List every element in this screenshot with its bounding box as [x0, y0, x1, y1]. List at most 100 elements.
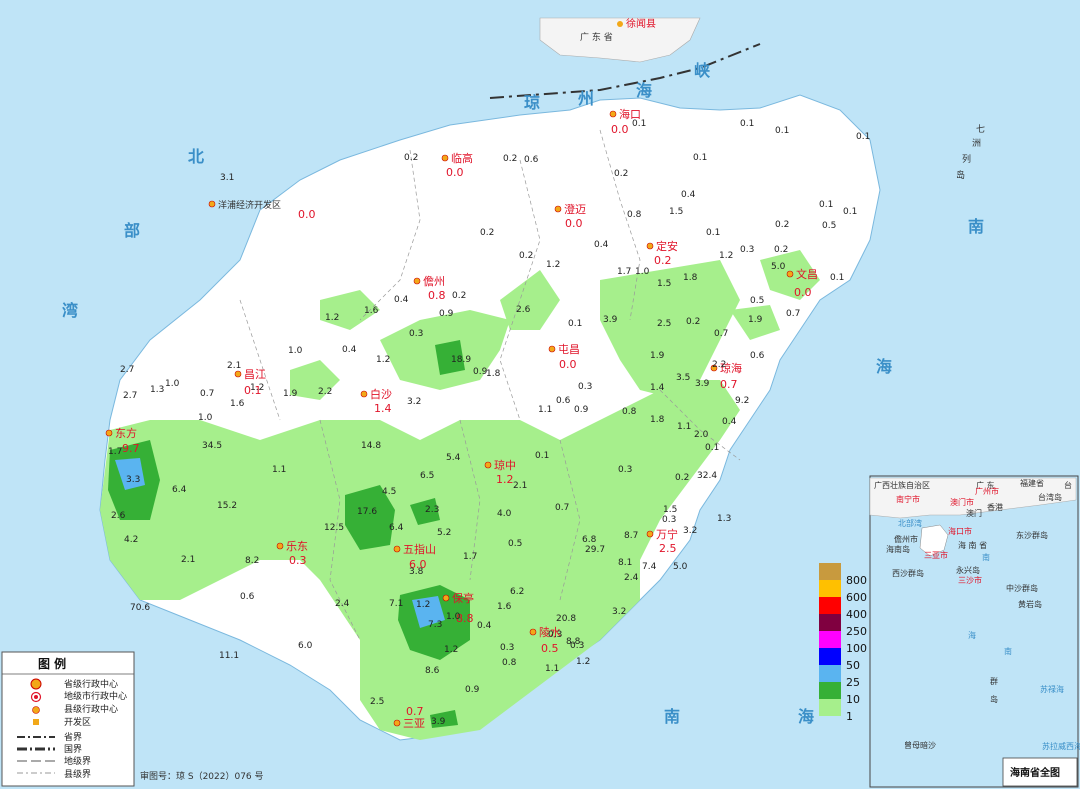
station-value: 0.1: [819, 200, 833, 210]
scale-swatch: [819, 648, 841, 665]
inset-map: 广西壮族自治区广 东福建省 台南宁市广州市香港澳门市澳门海口市北部湾儋州市海南岛三…: [869, 475, 1080, 788]
island-label: 列: [962, 153, 971, 165]
station-value: 0.8: [502, 658, 517, 668]
station-value: 1.0: [446, 612, 461, 622]
station-value: 1.1: [272, 465, 286, 475]
station-value: 0.4: [394, 295, 409, 305]
city-value: 0.2: [654, 254, 672, 267]
mainland-label: 广 东 省: [580, 31, 613, 43]
station-value: 8.1: [618, 558, 632, 568]
city-name: 儋州: [423, 275, 445, 288]
legend-item: 地级界: [64, 755, 91, 767]
station-value: 2.1: [513, 481, 527, 491]
station-value: 15.2: [217, 501, 237, 511]
station-value: 14.8: [361, 441, 381, 451]
inset-label: 儋州市: [894, 534, 918, 544]
station-value: 0.5: [750, 296, 764, 306]
sea-label: 峡: [694, 61, 710, 80]
city-name: 文昌: [796, 267, 818, 281]
inset-label: 南: [1004, 646, 1012, 656]
station-value: 1.5: [669, 207, 683, 217]
inset-label: 东沙群岛: [1016, 530, 1048, 540]
station-value: 0.4: [681, 190, 696, 200]
station-value: 0.2: [675, 473, 689, 483]
station-value: 1.4: [650, 383, 665, 393]
scale-label: 250: [846, 625, 867, 638]
city-value: 0.5: [541, 642, 559, 655]
station-value: 1.5: [657, 279, 671, 289]
station-value: 3.2: [683, 526, 697, 536]
inset-label: 台: [1064, 480, 1072, 490]
scale-swatch: [819, 631, 841, 648]
county-icon: [32, 706, 40, 714]
city-value: 1.4: [374, 402, 392, 415]
station-value: 0.1: [775, 126, 789, 136]
station-value: 0.6: [240, 592, 255, 602]
city-center-icon: [529, 628, 537, 636]
station-value: 0.1: [740, 119, 754, 129]
legend-item: 省级行政中心: [64, 678, 118, 690]
station-value: 1.2: [325, 313, 339, 323]
inset-label: 南: [982, 552, 990, 562]
station-value: 0.6: [750, 351, 765, 361]
station-value: 0.3: [662, 515, 676, 525]
station-value: 6.5: [420, 471, 434, 481]
scale-swatch: [819, 665, 841, 682]
station-value: 0.2: [480, 228, 494, 238]
dev-zone-icon: [33, 719, 39, 725]
city-name: 五指山: [403, 542, 436, 556]
station-value: 0.1: [856, 132, 870, 142]
inset-title: 海南省全图: [1010, 766, 1060, 779]
station-value: 1.8: [486, 369, 501, 379]
station-value: 0.1: [535, 451, 549, 461]
inset-label: 海口市: [948, 526, 972, 536]
station-value: 12.5: [324, 523, 344, 533]
city-value: 0.0: [611, 123, 629, 136]
station-value: 0.6: [556, 396, 571, 406]
top-county-label: 徐闻县: [626, 17, 656, 30]
double-circle-icon-inner: [34, 695, 38, 699]
station-value: 1.5: [663, 505, 677, 515]
city-center-icon: [393, 545, 401, 553]
city-center-icon: [484, 461, 492, 469]
inset-label: 台湾岛: [1038, 492, 1062, 502]
station-value: 3.9: [603, 315, 618, 325]
station-value: 0.2: [404, 153, 418, 163]
city-value: 0.7: [406, 705, 424, 718]
scale-label: 25: [846, 676, 860, 689]
scale-swatch: [819, 580, 841, 597]
station-value: 0.7: [555, 503, 569, 513]
city-center-icon: [441, 154, 449, 162]
city-center-icon: [234, 370, 242, 378]
station-value: 0.9: [574, 405, 589, 415]
inset-label: 西沙群岛: [892, 568, 924, 578]
station-value: 0.1: [705, 443, 719, 453]
scale-label: 1: [846, 710, 853, 723]
station-value: 0.2: [452, 291, 466, 301]
star-icon: [30, 678, 42, 690]
city-name: 屯昌: [558, 343, 580, 356]
station-value: 1.7: [108, 447, 122, 457]
city-name: 澄迈: [564, 202, 586, 216]
station-value: 1.3: [717, 514, 731, 524]
station-value: 1.0: [288, 346, 303, 356]
station-value: 6.0: [298, 641, 313, 651]
station-value: 5.0: [771, 262, 786, 272]
station-value: 1.1: [545, 664, 559, 674]
city-value: 0.0: [559, 358, 577, 371]
legend: 图 例 省级行政中心 地级市行政中心 县级行政中心 开发区 省界 国界 地级界 …: [1, 651, 135, 787]
station-value: 2.3: [425, 505, 439, 515]
inset-label: 黄岩岛: [1018, 599, 1042, 609]
legend-item: 国界: [64, 744, 82, 755]
station-value: 1.2: [416, 600, 430, 610]
station-value: 3.9: [695, 379, 710, 389]
station-value: 3.8: [409, 567, 424, 577]
station-value: 0.4: [342, 345, 357, 355]
station-value: 7.4: [642, 562, 657, 572]
sea-label: 北: [188, 147, 204, 166]
station-value: 3.2: [612, 607, 626, 617]
station-value: 0.9: [439, 309, 454, 319]
station-value: 18.9: [451, 355, 471, 365]
scale-label: 800: [846, 574, 867, 587]
station-value: 1.0: [165, 379, 180, 389]
